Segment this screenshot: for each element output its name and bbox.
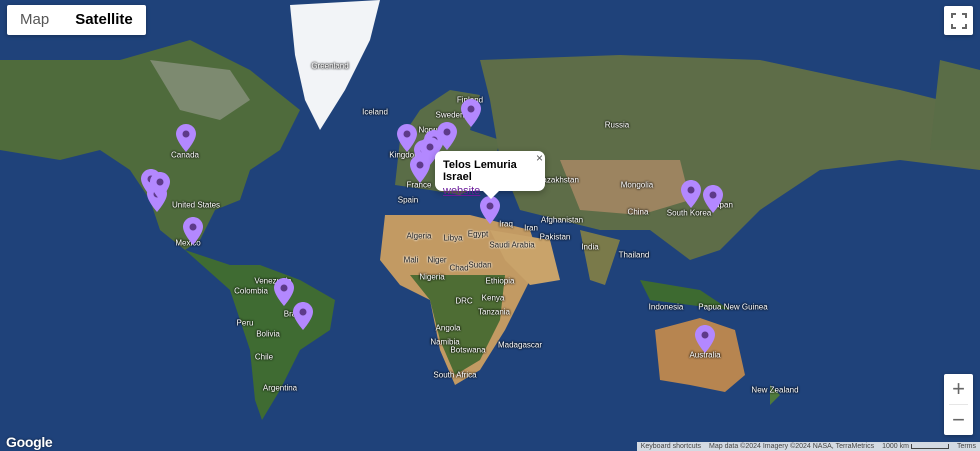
map-marker[interactable]	[293, 302, 313, 330]
label-pakistan: Pakistan	[539, 232, 571, 242]
map-marker[interactable]	[681, 180, 701, 208]
map-pin-icon	[150, 172, 170, 200]
map-canvas[interactable]: Greenland Iceland Finland Sweden Norway …	[0, 0, 980, 451]
map-type-satellite-button[interactable]: Satellite	[62, 5, 146, 35]
label-colombia: Colombia	[234, 286, 268, 296]
label-afghanistan: Afghanistan	[540, 215, 584, 225]
map-pin-icon	[681, 180, 701, 208]
label-ethiopia: Ethiopia	[485, 276, 515, 286]
label-algeria: Algeria	[406, 231, 432, 241]
label-united-states: United States	[171, 200, 221, 210]
label-nigeria: Nigeria	[419, 272, 445, 282]
map-marker[interactable]	[183, 217, 203, 245]
map-type-control: Map Satellite	[7, 5, 146, 35]
map-pin-icon	[274, 278, 294, 306]
label-new-zealand: New Zealand	[751, 385, 799, 395]
label-iran: Iran	[524, 223, 538, 233]
info-window: Telos Lemuria Israel website ×	[435, 151, 545, 199]
google-logo: Google	[6, 434, 53, 450]
label-saudi-arabia: Saudi Arabia	[489, 240, 535, 250]
label-sudan: Sudan	[468, 260, 492, 270]
map-marker[interactable]	[480, 196, 500, 224]
label-india: India	[581, 242, 599, 252]
map-marker[interactable]	[176, 124, 196, 152]
label-drc: DRC	[455, 296, 473, 306]
map-pin-icon	[293, 302, 313, 330]
label-chad: Chad	[449, 263, 469, 273]
label-mali: Mali	[403, 255, 419, 265]
map-pin-icon	[183, 217, 203, 245]
label-botswana: Botswana	[450, 345, 486, 355]
keyboard-shortcuts-link[interactable]: Keyboard shortcuts	[637, 442, 705, 451]
scale-label: 1000 km	[882, 443, 909, 450]
map-marker[interactable]	[461, 99, 481, 127]
label-angola: Angola	[435, 323, 461, 333]
label-niger: Niger	[427, 255, 447, 265]
map-marker[interactable]	[703, 185, 723, 213]
attribution-bar: Keyboard shortcuts Map data ©2024 Imager…	[636, 442, 980, 451]
fullscreen-icon	[950, 12, 967, 29]
label-thailand: Thailand	[618, 250, 650, 260]
label-papua-new-guinea: Papua New Guinea	[698, 302, 768, 312]
label-tanzania: Tanzania	[477, 307, 511, 317]
label-egypt: Egypt	[467, 229, 489, 239]
map-pin-icon	[703, 185, 723, 213]
label-chile: Chile	[254, 352, 274, 362]
label-iraq: Iraq	[499, 219, 513, 229]
label-greenland: Greenland	[311, 61, 349, 71]
label-mongolia: Mongolia	[620, 180, 654, 190]
map-pin-icon	[695, 325, 715, 353]
map-pin-icon	[437, 122, 457, 150]
info-window-title: Telos Lemuria Israel	[443, 159, 517, 183]
map-pin-icon	[176, 124, 196, 152]
zoom-control: + −	[944, 374, 973, 435]
satellite-imagery	[0, 0, 980, 451]
map-type-map-button[interactable]: Map	[7, 5, 62, 35]
label-argentina: Argentina	[262, 383, 298, 393]
label-madagascar: Madagascar	[497, 340, 543, 350]
scale-control[interactable]: 1000 km	[878, 442, 953, 451]
map-marker[interactable]	[274, 278, 294, 306]
map-pin-icon	[461, 99, 481, 127]
label-china: China	[627, 207, 649, 217]
map-marker[interactable]	[437, 122, 457, 150]
map-marker[interactable]	[695, 325, 715, 353]
label-indonesia: Indonesia	[648, 302, 684, 312]
zoom-out-button[interactable]: −	[944, 405, 973, 435]
info-window-tail	[483, 191, 499, 199]
label-iceland: Iceland	[362, 107, 388, 117]
terms-link[interactable]: Terms	[953, 442, 980, 451]
map-marker[interactable]	[150, 172, 170, 200]
label-libya: Libya	[443, 233, 463, 243]
label-peru: Peru	[236, 318, 254, 328]
close-icon[interactable]: ×	[536, 151, 543, 165]
label-south-africa: South Africa	[433, 370, 477, 380]
label-kenya: Kenya	[481, 293, 505, 303]
fullscreen-button[interactable]	[944, 6, 973, 35]
label-bolivia: Bolivia	[256, 329, 280, 339]
map-data-text: Map data ©2024 Imagery ©2024 NASA, Terra…	[709, 443, 875, 450]
zoom-in-button[interactable]: +	[944, 374, 973, 404]
scale-bar	[910, 443, 949, 449]
label-spain: Spain	[397, 195, 419, 205]
label-russia: Russia	[604, 120, 630, 130]
map-pin-icon	[480, 196, 500, 224]
